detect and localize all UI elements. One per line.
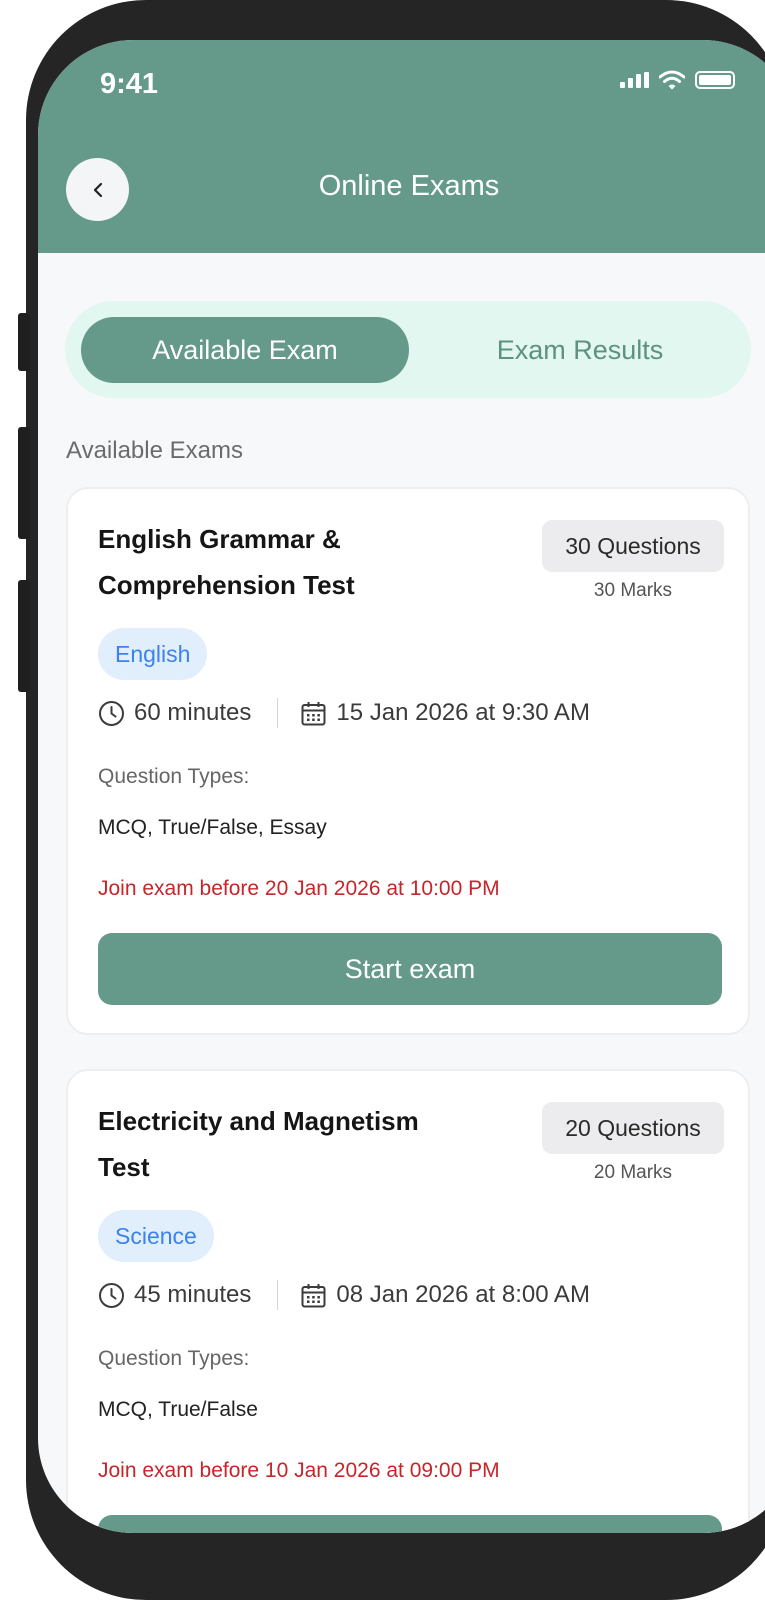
status-icons xyxy=(620,70,735,90)
exam-card: Electricity and Magnetism Test 20 Questi… xyxy=(66,1069,750,1533)
battery-icon xyxy=(695,71,735,89)
exam-date: 08 Jan 2026 at 8:00 AM xyxy=(336,1281,590,1308)
question-types-label: Question Types: xyxy=(98,1347,250,1370)
exam-meta-row: 45 minutes 08 Jan 2026 at 8:00 AM xyxy=(98,1277,590,1313)
exam-meta-row: 60 minutes 15 Jan 2026 at 9:30 AM xyxy=(98,695,590,731)
clock-icon xyxy=(98,700,125,727)
join-deadline: Join exam before 20 Jan 2026 at 10:00 PM xyxy=(98,877,500,900)
app-header: 9:41 Online Exams xyxy=(38,40,765,253)
app-screen: 9:41 Online Exams Available Exam Exam Re… xyxy=(38,40,765,1533)
marks-text: 20 Marks xyxy=(593,1162,673,1183)
phone-mute-switch xyxy=(18,313,30,371)
start-exam-button[interactable] xyxy=(98,1515,722,1533)
exam-duration: 45 minutes xyxy=(134,1281,252,1308)
question-types-label: Question Types: xyxy=(98,765,250,788)
marks-text: 30 Marks xyxy=(593,580,673,601)
phone-volume-up-button xyxy=(18,427,30,539)
exam-tabs: Available Exam Exam Results xyxy=(65,301,751,398)
question-types-value: MCQ, True/False, Essay xyxy=(98,816,327,839)
tab-exam-results[interactable]: Exam Results xyxy=(430,317,730,383)
exam-title: English Grammar & Comprehension Test xyxy=(98,524,355,600)
join-deadline: Join exam before 10 Jan 2026 at 09:00 PM xyxy=(98,1459,500,1482)
exam-duration: 60 minutes xyxy=(134,699,252,726)
status-time: 9:41 xyxy=(100,68,159,100)
calendar-icon xyxy=(300,1282,327,1309)
question-types-value: MCQ, True/False xyxy=(98,1398,258,1421)
exam-title: Electricity and Magnetism Test xyxy=(98,1106,419,1182)
subject-badge: English xyxy=(98,628,208,680)
tab-available-exam[interactable]: Available Exam xyxy=(81,317,409,383)
signal-icon xyxy=(620,72,649,88)
start-exam-button[interactable]: Start exam xyxy=(98,933,722,1005)
questions-badge: 30 Questions xyxy=(542,520,724,572)
meta-divider xyxy=(277,1280,279,1310)
questions-badge: 20 Questions xyxy=(542,1102,724,1154)
wifi-icon xyxy=(659,70,685,90)
meta-divider xyxy=(277,698,279,728)
exam-date: 15 Jan 2026 at 9:30 AM xyxy=(336,699,590,726)
calendar-icon xyxy=(300,700,327,727)
subject-badge: Science xyxy=(98,1210,214,1262)
clock-icon xyxy=(98,1282,125,1309)
section-title: Available Exams xyxy=(66,437,243,464)
page-title: Online Exams xyxy=(318,170,500,202)
phone-volume-down-button xyxy=(18,580,30,692)
exam-card: English Grammar & Comprehension Test 30 … xyxy=(66,487,750,1035)
